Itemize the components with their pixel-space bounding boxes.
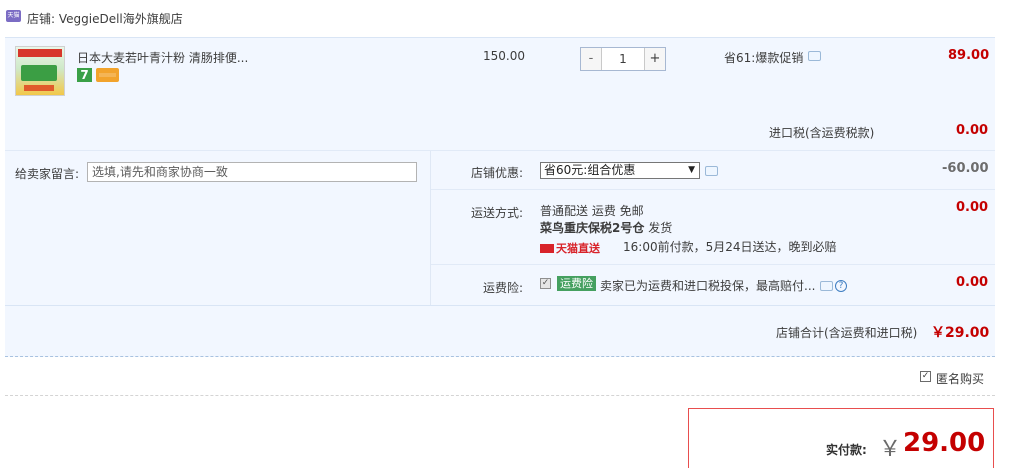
credit-card-icon [96, 68, 119, 82]
shipping-label: 运送方式: [470, 206, 523, 220]
tax-label: 进口税(含运费税款) [769, 126, 875, 140]
anonymous-label: 匿名购买 [936, 372, 985, 386]
tmall-direct-badge: 天猫直送 [540, 240, 600, 256]
insurance-description: 卖家已为运费和进口税投保，最高赔付... [600, 279, 816, 293]
promo-label: 省61:爆款促销 [724, 51, 804, 65]
subtotal-label: 店铺合计(含运费和进口税) [776, 326, 918, 340]
chat-bubble-icon[interactable] [820, 281, 833, 291]
product-thumbnail[interactable] [15, 46, 65, 96]
help-icon[interactable]: ? [835, 280, 847, 292]
discount-select[interactable]: 省60元:组合优惠 ▼ [540, 162, 700, 179]
tmall-icon: 天猫 [6, 10, 21, 22]
divider [5, 395, 995, 397]
insurance-label: 运费险: [482, 281, 523, 295]
tmall-cat-icon [540, 244, 554, 253]
item-total: 89.00 [948, 48, 990, 63]
quantity-plus-button[interactable]: + [644, 48, 665, 70]
quantity-minus-button[interactable]: - [581, 48, 602, 70]
quantity-input[interactable]: 1 [602, 48, 644, 70]
anonymous-checkbox[interactable]: ✓ [920, 371, 931, 382]
delivery-eta: 16:00前付款，5月24日送达，晚到必赔 [623, 240, 837, 254]
shipping-method: 普通配送 运费 免邮 [540, 204, 644, 218]
product-title-link[interactable]: 日本大麦若叶青汁粉 清肠排便... [77, 49, 248, 66]
divider [431, 264, 995, 265]
unit-price: 150.00 [483, 49, 525, 63]
dispatch-text: 发货 [648, 221, 673, 235]
insurance-badge: 运费险 [557, 276, 596, 291]
shipping-value: 0.00 [956, 200, 989, 215]
quantity-stepper: - 1 + [580, 47, 666, 71]
seven-day-return-icon: 7 [77, 68, 92, 82]
insurance-value: 0.00 [956, 275, 989, 290]
chat-bubble-icon[interactable] [808, 51, 821, 61]
shipping-warehouse-line: 菜鸟重庆保税2号仓 发货 [540, 219, 672, 236]
payment-currency: ￥ [879, 437, 902, 462]
message-input[interactable]: 选填,请先和商家协商一致 [87, 162, 417, 182]
discount-label: 店铺优惠: [470, 166, 523, 180]
message-label: 给卖家留言: [15, 167, 80, 181]
shop-name-link[interactable]: 店铺: VeggieDell海外旗舰店 [27, 10, 183, 27]
divider [431, 189, 995, 190]
tmall-direct-label: 天猫直送 [556, 242, 600, 255]
discount-value: -60.00 [942, 161, 989, 176]
payment-label: 实付款: [826, 443, 867, 457]
subtotal-value: ￥29.00 [931, 325, 990, 341]
warehouse-name: 菜鸟重庆保税2号仓 [540, 221, 645, 235]
payment-value: 29.00 [903, 428, 986, 458]
item-row [5, 37, 995, 110]
tax-value: 0.00 [956, 123, 989, 138]
dropdown-arrow-icon: ▼ [688, 165, 695, 175]
discount-selected-value: 省60元:组合优惠 [544, 163, 636, 177]
insurance-checkbox[interactable]: ✓ [540, 278, 551, 289]
chat-bubble-icon[interactable] [705, 166, 718, 176]
